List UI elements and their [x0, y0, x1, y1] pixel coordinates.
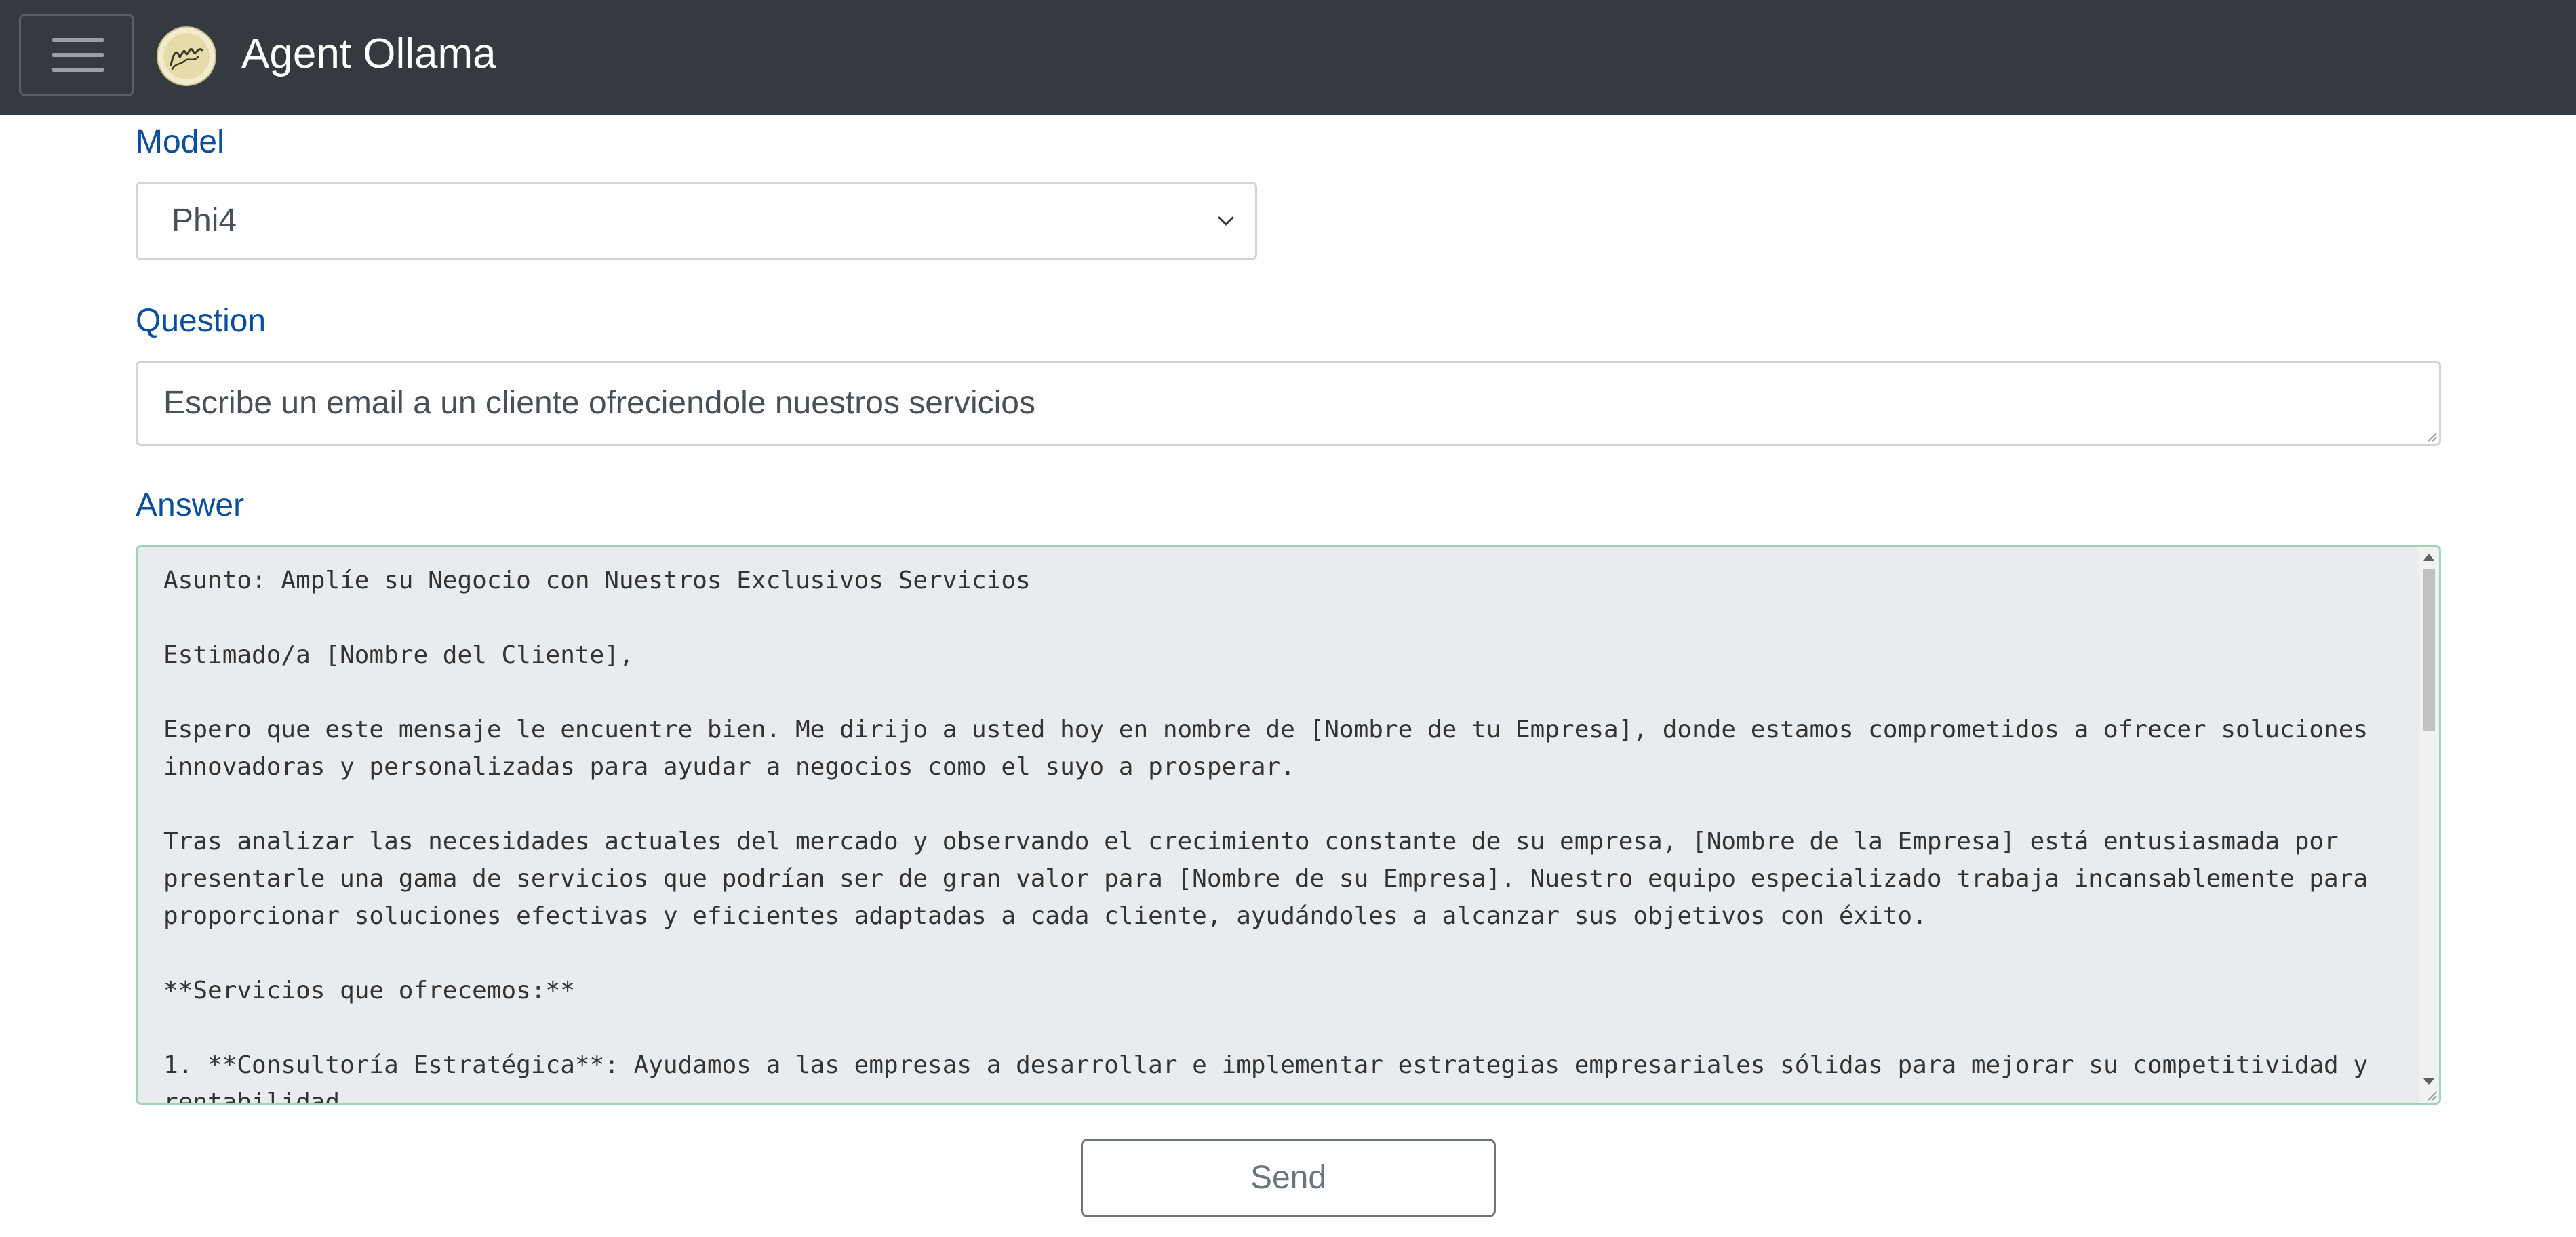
- app-brand-title[interactable]: Agent Ollama: [241, 27, 496, 81]
- model-select[interactable]: Phi4: [136, 182, 1257, 260]
- top-navbar: Agent Ollama: [0, 0, 2576, 115]
- answer-text: Asunto: Amplíe su Negocio con Nuestros E…: [163, 567, 2369, 1105]
- answer-textarea[interactable]: Asunto: Amplíe su Negocio con Nuestros E…: [136, 545, 2441, 1105]
- question-label: Question: [136, 303, 266, 339]
- question-textarea[interactable]: Escribe un email a un cliente ofreciendo…: [136, 361, 2441, 446]
- resize-handle-icon[interactable]: [2425, 1089, 2438, 1101]
- model-select-value: Phi4: [172, 203, 237, 239]
- resize-handle-icon[interactable]: [2425, 430, 2438, 443]
- hamburger-menu-icon-bar: [52, 53, 104, 57]
- question-text: Escribe un email a un cliente ofreciendo…: [163, 385, 1035, 421]
- hamburger-menu-icon: [52, 38, 104, 42]
- model-label: Model: [136, 124, 224, 160]
- chevron-down-icon: [1218, 216, 1234, 226]
- scroll-up-arrow-icon[interactable]: [2423, 554, 2434, 561]
- answer-label: Answer: [136, 487, 245, 523]
- scrollbar-thumb[interactable]: [2423, 569, 2435, 731]
- scroll-down-arrow-icon[interactable]: [2423, 1078, 2434, 1085]
- send-button[interactable]: Send: [1081, 1139, 1496, 1217]
- answer-scrollbar[interactable]: [2419, 547, 2439, 1103]
- menu-toggle-button[interactable]: [19, 14, 134, 96]
- ollama-logo-icon: [157, 26, 216, 86]
- hamburger-menu-icon-bar: [52, 68, 104, 72]
